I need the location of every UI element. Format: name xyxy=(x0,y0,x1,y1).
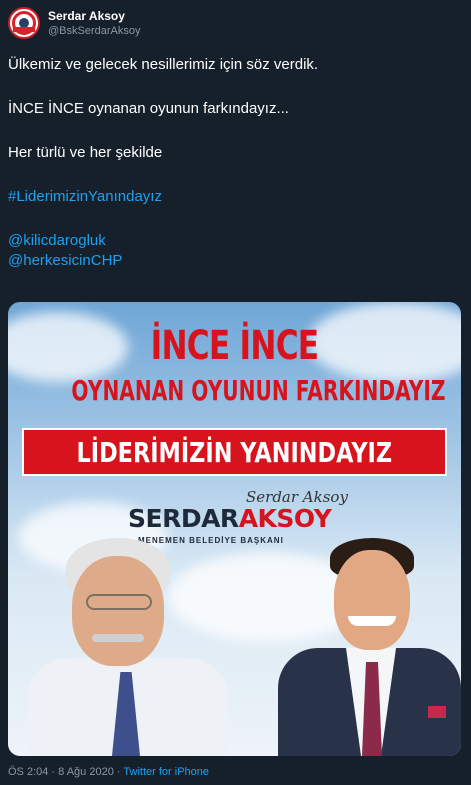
poster-headline: İNCE İNCE xyxy=(150,323,319,369)
tweet-media-image[interactable]: İNCE İNCE OYNANAN OYUNUN FARKINDAYIZ LİD… xyxy=(8,302,461,756)
tweet-line: Ülkemiz ve gelecek nesillerimiz için söz… xyxy=(8,56,319,73)
person-left xyxy=(28,538,228,756)
author-display-name[interactable]: Serdar Aksoy xyxy=(48,9,140,24)
footer-separator: · xyxy=(51,766,56,778)
footer-separator: · xyxy=(116,766,121,778)
mention-link-herkesicinchp[interactable]: @herkesicinCHP xyxy=(8,251,463,271)
tweet-text: Ülkemiz ve gelecek nesillerimiz için söz… xyxy=(8,55,463,271)
poster-name-logo: SERDARAKSOY xyxy=(128,504,332,533)
hashtag-link[interactable]: #LiderimizinYanındayız xyxy=(8,187,463,207)
poster-banner-text: LİDERİMİZİN YANINDAYIZ xyxy=(76,435,393,469)
poster-name-first: SERDAR xyxy=(128,504,239,533)
tweet-date: 8 Ağu 2020 xyxy=(58,766,114,778)
tweet-header: Serdar Aksoy @BskSerdarAksoy xyxy=(8,6,140,40)
mention-link-kilicdarogluk[interactable]: @kilicdarogluk xyxy=(8,231,463,251)
author-handle[interactable]: @BskSerdarAksoy xyxy=(48,24,140,38)
tweet-time: ÖS 2:04 xyxy=(8,766,49,778)
author-names: Serdar Aksoy @BskSerdarAksoy xyxy=(48,9,140,38)
person-right xyxy=(278,538,461,756)
tweet-line: Her türlü ve her şekilde xyxy=(8,144,163,161)
tweet-footer: ÖS 2:04 · 8 Ağu 2020 · Twitter for iPhon… xyxy=(8,766,209,778)
poster-name-last: AKSOY xyxy=(238,504,332,533)
poster-banner: LİDERİMİZİN YANINDAYIZ xyxy=(22,428,447,476)
tweet-source-link[interactable]: Twitter for iPhone xyxy=(123,766,209,778)
tweet-line: İNCE İNCE oynanan oyunun farkındayız... xyxy=(8,100,289,117)
avatar[interactable] xyxy=(8,7,40,39)
poster-subheadline: OYNANAN OYUNUN FARKINDAYIZ xyxy=(71,374,446,407)
